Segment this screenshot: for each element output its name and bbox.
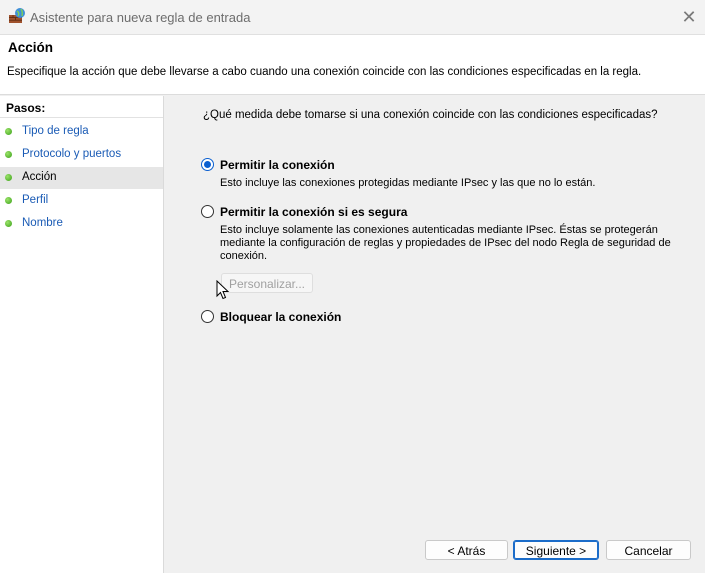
- step-label: Acción: [22, 171, 57, 183]
- steps-heading: Pasos:: [6, 101, 46, 115]
- allow-secure-connection-description-line: conexión.: [220, 250, 268, 262]
- customize-button[interactable]: Personalizar...: [221, 273, 313, 293]
- step-tipo-de-regla[interactable]: Tipo de regla: [0, 121, 163, 143]
- allow-secure-connection-label[interactable]: Permitir la conexión si es segura: [220, 205, 407, 219]
- mouse-pointer-icon: [216, 279, 230, 300]
- steps-divider: [0, 117, 163, 118]
- step-accion[interactable]: Acción: [0, 167, 163, 189]
- step-protocolo-y-puertos[interactable]: Protocolo y puertos: [0, 144, 163, 166]
- page-title: Acción: [8, 40, 54, 55]
- step-status-dot-icon: [5, 197, 12, 204]
- step-nombre[interactable]: Nombre: [0, 213, 163, 235]
- steps-panel: Pasos: Tipo de regla Protocolo y puertos…: [0, 96, 164, 573]
- cancel-button[interactable]: Cancelar: [606, 540, 691, 560]
- step-label: Perfil: [22, 194, 49, 206]
- window-title: Asistente para nueva regla de entrada: [30, 10, 251, 25]
- title-bar: Asistente para nueva regla de entrada ✕: [0, 0, 705, 35]
- step-status-dot-icon: [5, 128, 12, 135]
- allow-secure-connection-radio[interactable]: [201, 205, 214, 218]
- firewall-icon: [8, 7, 26, 25]
- allow-secure-connection-description-line: Esto incluye solamente las conexiones au…: [220, 224, 658, 236]
- step-status-dot-icon: [5, 174, 12, 181]
- back-button[interactable]: < Atrás: [425, 540, 508, 560]
- step-status-dot-icon: [5, 151, 12, 158]
- allow-connection-radio[interactable]: [201, 158, 214, 171]
- close-icon[interactable]: ✕: [677, 6, 701, 28]
- step-label: Tipo de regla: [22, 125, 89, 137]
- page-description: Especifique la acción que debe llevarse …: [7, 66, 642, 78]
- wizard-header: Acción Especifique la acción que debe ll…: [0, 35, 705, 95]
- step-perfil[interactable]: Perfil: [0, 190, 163, 212]
- allow-connection-label[interactable]: Permitir la conexión: [220, 158, 335, 172]
- step-status-dot-icon: [5, 220, 12, 227]
- next-button[interactable]: Siguiente >: [513, 540, 599, 560]
- allow-connection-description: Esto incluye las conexiones protegidas m…: [220, 177, 596, 189]
- allow-secure-connection-description-line: mediante la configuración de reglas y pr…: [220, 237, 671, 249]
- step-label: Nombre: [22, 217, 63, 229]
- block-connection-radio[interactable]: [201, 310, 214, 323]
- block-connection-label[interactable]: Bloquear la conexión: [220, 310, 341, 324]
- step-label: Protocolo y puertos: [22, 148, 122, 160]
- action-question: ¿Qué medida debe tomarse si una conexión…: [203, 109, 658, 121]
